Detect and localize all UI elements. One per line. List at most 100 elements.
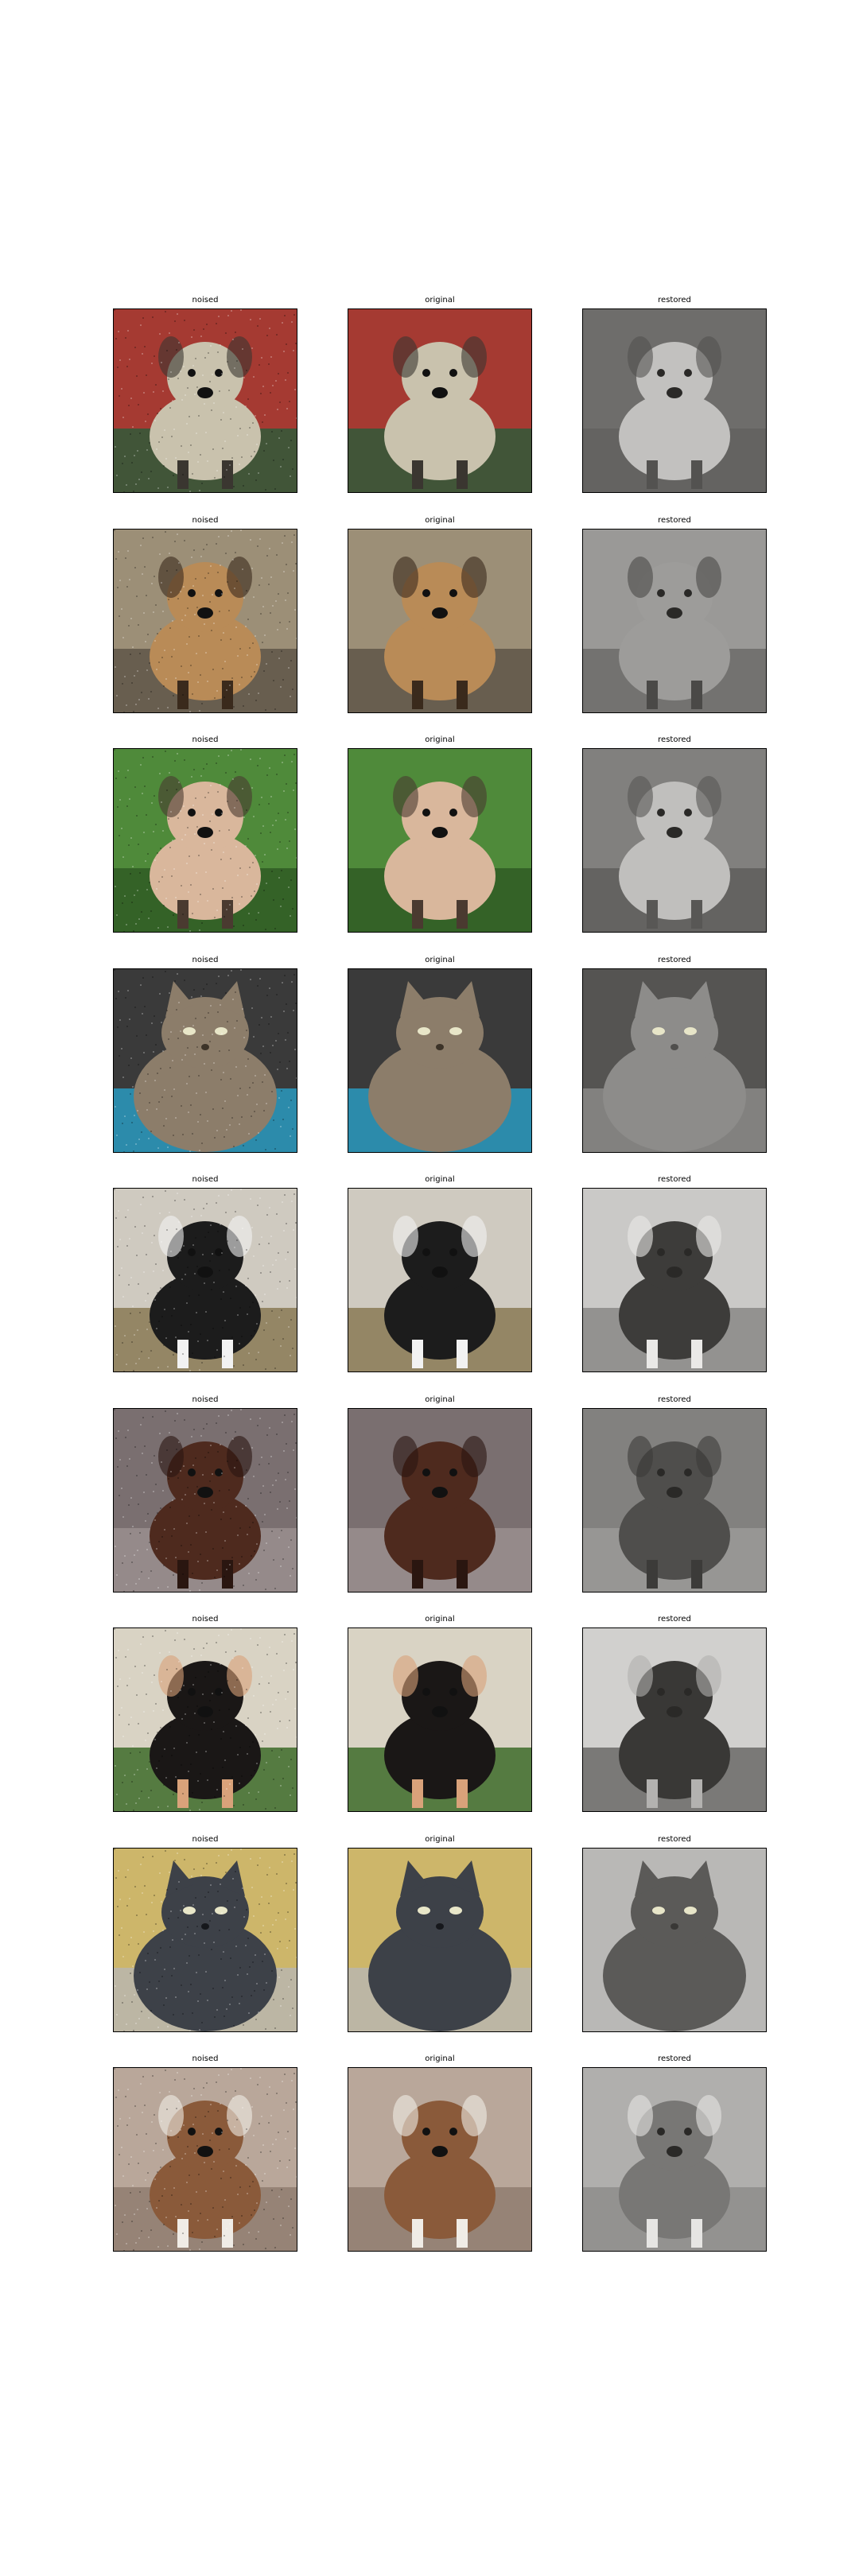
dog-ear-right <box>227 1216 252 1257</box>
dog-photo-restored <box>583 749 766 932</box>
cell-title-restored: restored <box>658 735 691 744</box>
dog-eye-left <box>188 1248 196 1256</box>
dog-leg-right <box>457 1340 468 1368</box>
dog-eye-right <box>449 1248 457 1256</box>
cat-photo-original <box>348 1849 531 2031</box>
dog-ear-right <box>461 557 487 598</box>
dog-ear-right <box>461 2095 487 2136</box>
cell-title-noised: noised <box>192 956 219 964</box>
dog-ear-left <box>393 776 418 817</box>
cat-nose <box>201 1044 209 1050</box>
dog-nose <box>432 1267 448 1278</box>
cat-photo-original <box>348 969 531 1152</box>
cat-photo-restored <box>583 969 766 1152</box>
photo-original <box>348 529 532 713</box>
dog-photo-noised <box>114 749 297 932</box>
dog-eye-right <box>449 809 457 817</box>
dog-eye-left <box>188 2128 196 2136</box>
dog-photo-noised <box>114 309 297 492</box>
cell-title-restored: restored <box>658 1615 691 1624</box>
photo-noised <box>113 1408 297 1593</box>
dog-ear-right <box>227 2095 252 2136</box>
dog-ear-left <box>393 1436 418 1477</box>
dog-nose <box>432 2146 448 2157</box>
photo-noised <box>113 1848 297 2032</box>
dog-eye-left <box>422 1688 430 1696</box>
photo-restored <box>582 968 767 1153</box>
cell-title-restored: restored <box>658 1395 691 1404</box>
dog-leg-right <box>222 681 233 709</box>
dog-leg-right <box>222 460 233 489</box>
dog-eye-left <box>188 369 196 377</box>
cell-title-restored: restored <box>658 516 691 525</box>
image-comparison-grid: noised original restored noised original rest… <box>0 0 859 2576</box>
photo-original <box>348 1408 532 1593</box>
dog-eye-right <box>449 369 457 377</box>
dog-nose <box>197 607 213 619</box>
dog-nose <box>432 1487 448 1498</box>
dog-photo-original <box>348 2068 531 2251</box>
cell-title-noised: noised <box>192 1615 219 1624</box>
dog-leg-right <box>222 1340 233 1368</box>
dog-eye-left <box>188 589 196 597</box>
cell-title-noised: noised <box>192 2054 219 2063</box>
dog-ear-right <box>461 1216 487 1257</box>
cell-title-noised: noised <box>192 516 219 525</box>
dog-photo-restored <box>583 1628 766 1811</box>
dog-leg-left <box>412 460 423 489</box>
photo-restored <box>582 1188 767 1372</box>
dog-leg-right <box>457 2219 468 2248</box>
photo-restored <box>582 308 767 493</box>
dog-photo-original <box>348 530 531 712</box>
dog-nose <box>432 1706 448 1717</box>
dog-photo-restored <box>583 2068 766 2251</box>
photo-noised <box>113 748 297 933</box>
dog-nose <box>197 1267 213 1278</box>
dog-eye-right <box>449 1468 457 1476</box>
dog-nose <box>432 387 448 398</box>
dog-leg-right <box>457 1779 468 1808</box>
photo-noised <box>113 529 297 713</box>
cell-title-noised: noised <box>192 1395 219 1404</box>
dog-eye-right <box>449 589 457 597</box>
dog-ear-right <box>227 776 252 817</box>
dog-nose <box>197 1706 213 1717</box>
photo-restored <box>582 1848 767 2032</box>
photo-original <box>348 1627 532 1812</box>
cat-eye-left <box>418 1907 430 1915</box>
cell-title-original: original <box>425 735 455 744</box>
dog-photo-restored <box>583 309 766 492</box>
cat-eye-right <box>449 1907 462 1915</box>
dog-eye-left <box>188 1468 196 1476</box>
cat-photo-noised <box>114 1849 297 2031</box>
dog-leg-left <box>412 1779 423 1808</box>
cell-title-noised: noised <box>192 735 219 744</box>
dog-leg-right <box>457 900 468 929</box>
dog-leg-left <box>412 2219 423 2248</box>
photo-restored <box>582 1408 767 1593</box>
dog-ear-left <box>393 557 418 598</box>
cell-title-restored: restored <box>658 2054 691 2063</box>
dog-leg-right <box>222 2219 233 2248</box>
cell-title-noised: noised <box>192 296 219 305</box>
dog-photo-original <box>348 309 531 492</box>
cell-title-original: original <box>425 1175 455 1184</box>
cell-title-restored: restored <box>658 296 691 305</box>
dog-ear-left <box>393 2095 418 2136</box>
cell-title-restored: restored <box>658 956 691 964</box>
photo-restored <box>582 2067 767 2252</box>
dog-leg-right <box>222 1779 233 1808</box>
dog-photo-restored <box>583 1189 766 1371</box>
dog-leg-left <box>412 1340 423 1368</box>
photo-original <box>348 1848 532 2032</box>
dog-ear-right <box>227 336 252 378</box>
photo-noised <box>113 968 297 1153</box>
cell-title-original: original <box>425 956 455 964</box>
dog-leg-right <box>222 900 233 929</box>
cat-photo-noised <box>114 969 297 1152</box>
dog-eye-left <box>422 2128 430 2136</box>
dog-ear-right <box>461 336 487 378</box>
dog-photo-noised <box>114 1409 297 1592</box>
dog-photo-noised <box>114 530 297 712</box>
cell-title-noised: noised <box>192 1175 219 1184</box>
